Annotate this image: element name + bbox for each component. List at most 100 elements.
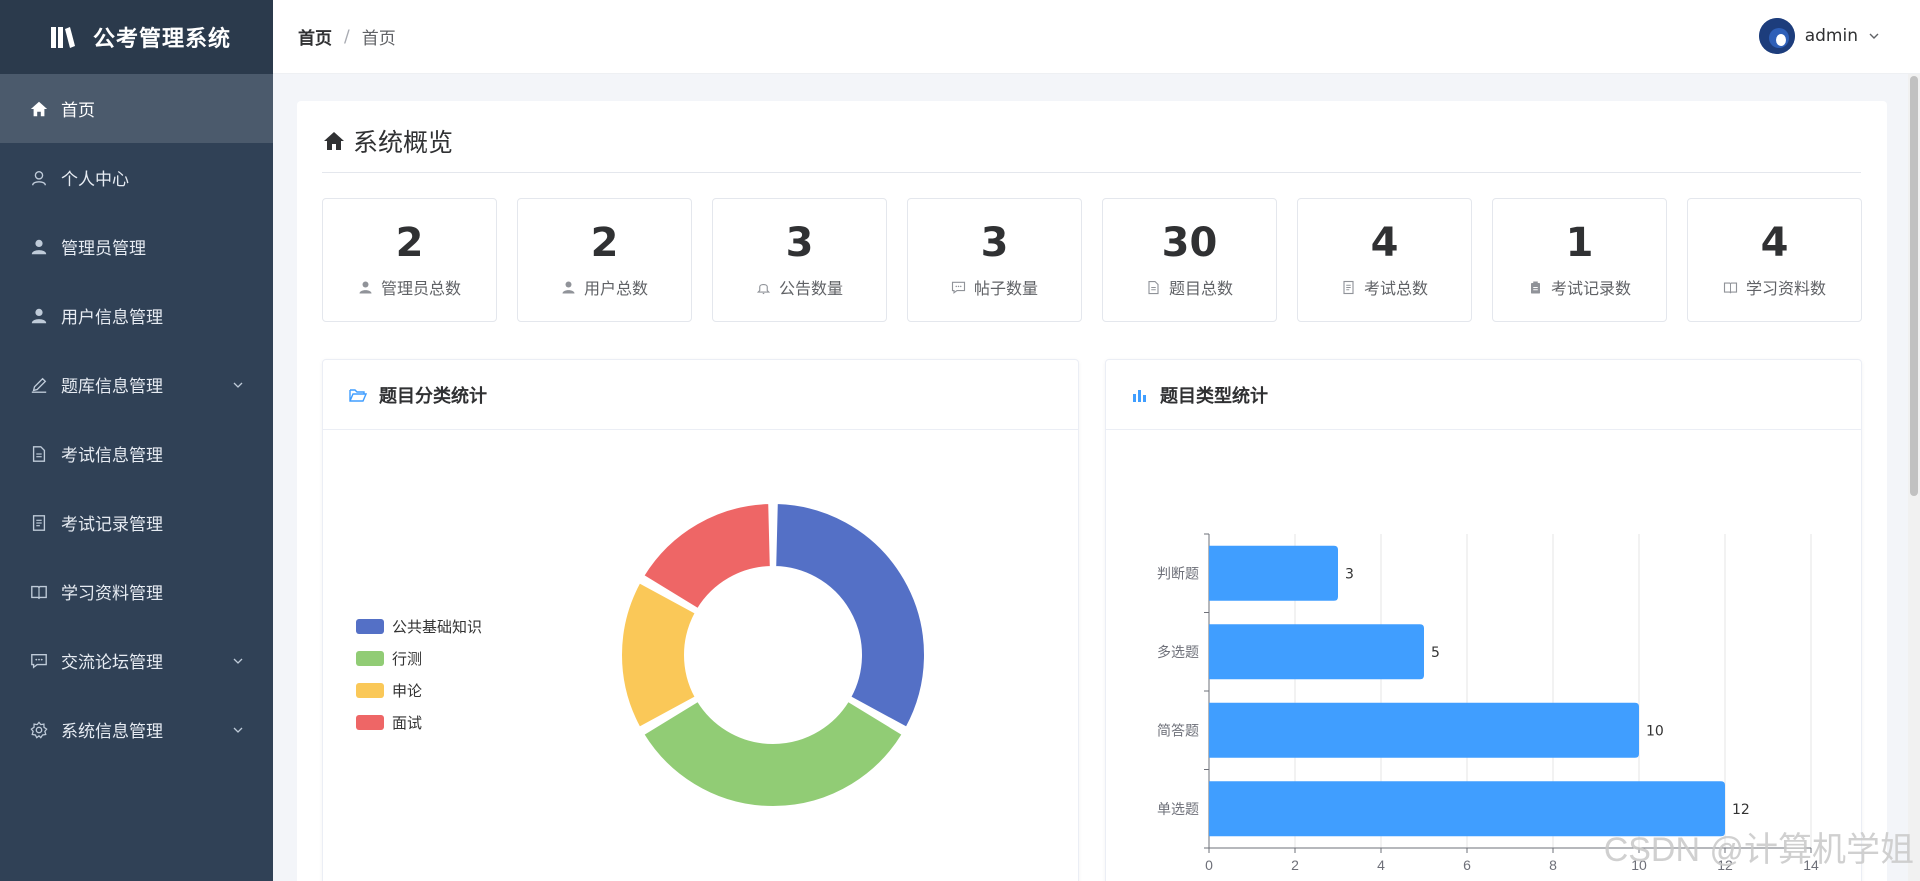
sidebar-item-label: 首页 [61,101,95,121]
stat-label: 学习资料数 [1745,279,1826,298]
folder-open-icon [349,388,367,402]
stat-label-row: 考试总数 [1298,275,1471,299]
stat-label-row: 帖子数量 [908,275,1081,299]
donut-slice[interactable] [620,581,697,729]
menu-icon-wrap [29,582,49,602]
stat-card[interactable]: 2 管理员总数 [322,198,497,322]
menu-icon-wrap [29,720,49,740]
type-chart-title: 题目类型统计 [1160,385,1268,407]
donut-slice[interactable] [642,502,772,611]
stat-value: 4 [1370,220,1399,266]
breadcrumb: 首页 / 首页 [298,24,396,50]
sidebar-item-label: 个人中心 [61,170,129,190]
category-chart-card: 题目分类统计 公共基础知识 行测 申论 面试 [322,359,1079,881]
bar-data-label: 3 [1345,566,1354,582]
sidebar-item[interactable]: 系统信息管理 [0,695,273,764]
donut-slice[interactable] [642,699,904,808]
menu-icon-wrap [29,237,49,257]
sidebar-item[interactable]: 首页 [0,74,273,143]
type-bar-chart: 0 2 4 6 8 10 12 14判断题 3多选题 5简答题 10单选题 12 [1157,533,1819,873]
page-scrollbar[interactable] [1908,74,1920,881]
stat-label: 帖子数量 [973,279,1038,298]
menu-icon-wrap [29,651,49,671]
user-dropdown[interactable]: admin [1758,18,1880,54]
stat-label-row: 用户总数 [518,275,691,299]
sidebar-item[interactable]: 管理员管理 [0,212,273,281]
sidebar-item-label: 系统信息管理 [61,722,163,742]
user-icon [359,281,372,293]
chevron-down-icon[interactable] [1868,30,1880,42]
home-icon [30,101,48,116]
stat-label: 管理员总数 [380,279,461,298]
stat-card[interactable]: 4 考试总数 [1297,198,1472,322]
menu-icon-wrap [29,513,49,533]
breadcrumb-home-link[interactable]: 首页 [298,24,332,49]
sidebar-item-label: 管理员管理 [61,239,146,259]
stat-label: 考试记录数 [1550,279,1631,298]
donut-slice[interactable] [774,502,926,729]
top-header: 首页 / 首页 admin [273,0,1920,74]
category-chart-title: 题目分类统计 [379,385,487,407]
menu-icon-wrap [29,168,49,188]
y-category-label: 判断题 [1157,566,1199,582]
bar-data-label: 10 [1646,723,1664,739]
bar [1209,545,1338,601]
username[interactable]: admin [1805,26,1858,46]
bar-chart-icon [1133,389,1146,402]
overview-panel: 系统概览 2 管理员总数 2 用户总数 3 公告数量 3 帖子数量 30 题目总数 4 考试总数 1 考试… [297,101,1887,881]
chevron-down-icon [233,382,243,388]
sidebar-item[interactable]: 用户信息管理 [0,281,273,350]
menu-icon-wrap [29,444,49,464]
sidebar-item[interactable]: 考试信息管理 [0,419,273,488]
clipboard-icon [1530,281,1540,293]
stat-card[interactable]: 30 题目总数 [1102,198,1277,322]
sidebar-item-label: 用户信息管理 [61,308,163,328]
menu-icon-wrap [29,99,49,119]
sidebar-item[interactable]: 个人中心 [0,143,273,212]
bar-data-label: 5 [1431,645,1440,661]
x-tick-label: 6 [1463,857,1471,873]
books-logo-icon [51,27,75,48]
stat-label-row: 学习资料数 [1688,275,1861,299]
scrollbar-thumb[interactable] [1910,76,1918,496]
category-donut-chart [620,502,926,808]
sidebar-item[interactable]: 题库信息管理 [0,350,273,419]
sidebar-item[interactable]: 学习资料管理 [0,557,273,626]
stat-value: 4 [1760,220,1789,266]
stat-label-row: 管理员总数 [323,275,496,299]
sidebar-item-label: 考试信息管理 [61,446,163,466]
stat-label-row: 公告数量 [713,275,886,299]
document-icon [1148,280,1159,294]
bar [1209,624,1424,680]
stat-card[interactable]: 1 考试记录数 [1492,198,1667,322]
divider [322,172,1861,173]
stat-card[interactable]: 3 帖子数量 [907,198,1082,322]
x-tick-label: 0 [1205,857,1213,873]
stat-value: 2 [395,220,424,266]
stat-label: 公告数量 [778,279,843,298]
y-category-label: 简答题 [1157,722,1199,739]
tickets-icon [32,514,46,531]
bell-icon [756,283,771,294]
stat-label-row: 题目总数 [1103,275,1276,299]
avatar[interactable] [1758,18,1795,54]
stat-card[interactable]: 3 公告数量 [712,198,887,322]
x-tick-label: 4 [1377,857,1385,873]
overview-title: 系统概览 [353,128,454,157]
stat-value: 3 [785,220,814,266]
stat-card[interactable]: 4 学习资料数 [1687,198,1862,322]
setting-icon [30,720,48,739]
stat-card[interactable]: 2 用户总数 [517,198,692,322]
y-category-label: 多选题 [1157,644,1199,661]
home-icon [324,132,344,150]
type-chart-header: 题目类型统计 [1106,360,1861,430]
x-tick-label: 8 [1549,857,1557,873]
sidebar-item[interactable]: 考试记录管理 [0,488,273,557]
breadcrumb-current: 首页 [361,29,396,49]
sidebar-item-label: 考试记录管理 [61,515,163,535]
type-chart-card: 题目类型统计 0 2 4 6 8 10 12 14 判断题 3 多选题 5 简答题 10 单选题 12 [1105,359,1862,881]
stat-label-row: 考试记录数 [1493,275,1666,299]
menu-icon-wrap [29,375,49,395]
sidebar-item[interactable]: 交流论坛管理 [0,626,273,695]
user-icon [562,281,575,293]
